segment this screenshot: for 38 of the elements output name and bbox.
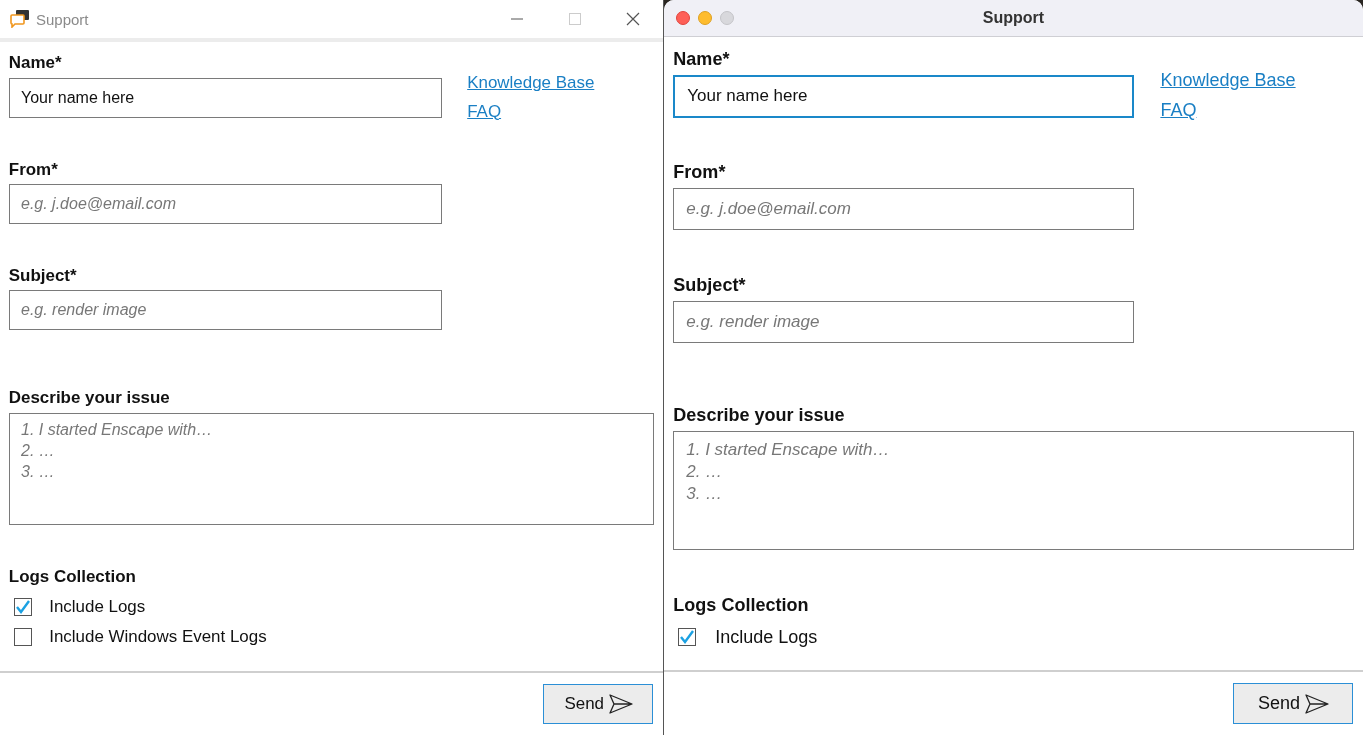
checkbox-label: Include Logs bbox=[49, 596, 146, 617]
help-link[interactable]: Knowledge Base bbox=[1160, 70, 1296, 92]
field-label: From* bbox=[8, 158, 58, 180]
minimize-icon[interactable] bbox=[698, 11, 712, 25]
text-field[interactable]: Your name here bbox=[673, 75, 1135, 118]
field-label: Subject* bbox=[673, 273, 746, 297]
field-label: Describe your issue bbox=[8, 387, 170, 409]
section-title: Logs Collection bbox=[8, 566, 136, 588]
chat-bubbles-icon bbox=[10, 10, 30, 28]
close-icon[interactable] bbox=[625, 11, 641, 27]
help-link[interactable]: FAQ bbox=[467, 101, 502, 122]
send-button[interactable]: Send bbox=[1232, 683, 1353, 724]
checkbox[interactable] bbox=[13, 628, 32, 647]
issue-textarea[interactable]: 1. I started Enscape with… 2. … 3. … bbox=[8, 412, 655, 525]
send-icon bbox=[1304, 692, 1330, 715]
checkbox-label: Include Logs bbox=[715, 626, 818, 648]
field-label: Name* bbox=[8, 52, 62, 74]
checkbox[interactable] bbox=[678, 628, 697, 647]
help-link[interactable]: Knowledge Base bbox=[467, 73, 595, 94]
text-field[interactable]: Your name here bbox=[8, 77, 443, 118]
issue-textarea[interactable]: 1. I started Enscape with… 2. … 3. … bbox=[673, 430, 1354, 550]
window-title: Support bbox=[982, 9, 1045, 26]
field-label: Describe your issue bbox=[673, 403, 845, 427]
checkbox-label: Include Windows Event Logs bbox=[49, 627, 267, 648]
section-title: Logs Collection bbox=[673, 593, 809, 617]
send-icon bbox=[608, 693, 634, 715]
text-field[interactable]: e.g. j.doe@email.com bbox=[673, 187, 1135, 231]
help-link[interactable]: FAQ bbox=[1160, 100, 1197, 122]
send-button[interactable]: Send bbox=[543, 684, 653, 724]
text-field[interactable]: e.g. render image bbox=[8, 290, 443, 331]
checkbox[interactable] bbox=[13, 597, 32, 616]
field-label: Name* bbox=[673, 48, 730, 71]
field-label: From* bbox=[673, 160, 726, 184]
close-icon[interactable] bbox=[676, 11, 690, 25]
window-title: Support bbox=[36, 10, 90, 28]
field-label: Subject* bbox=[8, 264, 77, 287]
text-field[interactable]: e.g. render image bbox=[673, 300, 1135, 344]
text-field[interactable]: e.g. j.doe@email.com bbox=[8, 184, 443, 225]
